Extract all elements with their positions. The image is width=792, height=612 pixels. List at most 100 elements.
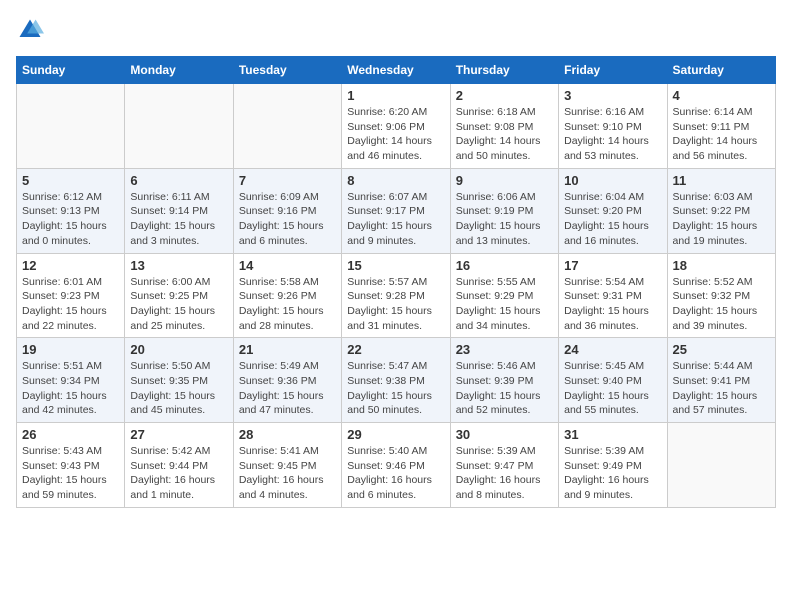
- calendar-cell: 15Sunrise: 5:57 AM Sunset: 9:28 PM Dayli…: [342, 253, 450, 338]
- day-info: Sunrise: 5:55 AM Sunset: 9:29 PM Dayligh…: [456, 275, 553, 334]
- weekday-wednesday: Wednesday: [342, 57, 450, 84]
- calendar-cell: 19 Sunrise: 5:51 AM Sunset: 9:34 PM Dayli…: [17, 338, 125, 423]
- day-number: 21: [239, 342, 336, 357]
- day-number: 9: [456, 173, 553, 188]
- calendar-cell: 1 Sunrise: 6:20 AM Sunset: 9:06 PM Daylig…: [342, 84, 450, 169]
- day-number: 11: [673, 173, 770, 188]
- calendar-week-3: 12 Sunrise: 6:01 AM Sunset: 9:23 PM Dayli…: [17, 253, 776, 338]
- calendar-cell: 11 Sunrise: 6:03 AM Sunset: 9:22 PM Dayli…: [667, 168, 775, 253]
- day-info: Sunrise: 6:00 AM Sunset: 9:25 PM Dayligh…: [130, 275, 227, 334]
- day-number: 1: [347, 88, 444, 103]
- day-number: 15: [347, 258, 444, 273]
- calendar-cell: 18 Sunrise: 5:52 AM Sunset: 9:32 PM Dayli…: [667, 253, 775, 338]
- day-info: Sunrise: 5:54 AM Sunset: 9:31 PM Dayligh…: [564, 275, 661, 334]
- calendar-cell: 3Sunrise: 6:16 AM Sunset: 9:10 PM Daylig…: [559, 84, 667, 169]
- calendar-cell: 14 Sunrise: 5:58 AM Sunset: 9:26 PM Dayli…: [233, 253, 341, 338]
- day-info: Sunrise: 6:04 AM Sunset: 9:20 PM Dayligh…: [564, 190, 661, 249]
- calendar-week-2: 5 Sunrise: 6:12 AM Sunset: 9:13 PM Daylig…: [17, 168, 776, 253]
- day-info: Sunrise: 6:09 AM Sunset: 9:16 PM Dayligh…: [239, 190, 336, 249]
- calendar-cell: 7Sunrise: 6:09 AM Sunset: 9:16 PM Daylig…: [233, 168, 341, 253]
- calendar-cell: 12 Sunrise: 6:01 AM Sunset: 9:23 PM Dayli…: [17, 253, 125, 338]
- calendar-cell: 30 Sunrise: 5:39 AM Sunset: 9:47 PM Dayli…: [450, 423, 558, 508]
- day-info: Sunrise: 6:16 AM Sunset: 9:10 PM Dayligh…: [564, 105, 661, 164]
- day-number: 17: [564, 258, 661, 273]
- calendar-cell: 21 Sunrise: 5:49 AM Sunset: 9:36 PM Dayli…: [233, 338, 341, 423]
- calendar-cell: 31 Sunrise: 5:39 AM Sunset: 9:49 PM Dayli…: [559, 423, 667, 508]
- day-info: Sunrise: 5:49 AM Sunset: 9:36 PM Dayligh…: [239, 359, 336, 418]
- calendar-cell: 13 Sunrise: 6:00 AM Sunset: 9:25 PM Dayli…: [125, 253, 233, 338]
- day-number: 13: [130, 258, 227, 273]
- day-info: Sunrise: 6:11 AM Sunset: 9:14 PM Dayligh…: [130, 190, 227, 249]
- day-info: Sunrise: 5:52 AM Sunset: 9:32 PM Dayligh…: [673, 275, 770, 334]
- calendar-cell: 27Sunrise: 5:42 AM Sunset: 9:44 PM Dayli…: [125, 423, 233, 508]
- day-number: 5: [22, 173, 119, 188]
- day-number: 14: [239, 258, 336, 273]
- calendar-cell: 29 Sunrise: 5:40 AM Sunset: 9:46 PM Dayli…: [342, 423, 450, 508]
- day-info: Sunrise: 6:07 AM Sunset: 9:17 PM Dayligh…: [347, 190, 444, 249]
- day-info: Sunrise: 6:01 AM Sunset: 9:23 PM Dayligh…: [22, 275, 119, 334]
- calendar-body: 1 Sunrise: 6:20 AM Sunset: 9:06 PM Daylig…: [17, 84, 776, 508]
- day-info: Sunrise: 5:50 AM Sunset: 9:35 PM Dayligh…: [130, 359, 227, 418]
- calendar-cell: 28 Sunrise: 5:41 AM Sunset: 9:45 PM Dayli…: [233, 423, 341, 508]
- day-number: 26: [22, 427, 119, 442]
- weekday-tuesday: Tuesday: [233, 57, 341, 84]
- day-info: Sunrise: 5:46 AM Sunset: 9:39 PM Dayligh…: [456, 359, 553, 418]
- logo-icon: [16, 16, 44, 44]
- day-number: 29: [347, 427, 444, 442]
- day-info: Sunrise: 6:03 AM Sunset: 9:22 PM Dayligh…: [673, 190, 770, 249]
- day-number: 25: [673, 342, 770, 357]
- day-number: 18: [673, 258, 770, 273]
- day-info: Sunrise: 5:42 AM Sunset: 9:44 PM Dayligh…: [130, 444, 227, 503]
- day-info: Sunrise: 5:39 AM Sunset: 9:47 PM Dayligh…: [456, 444, 553, 503]
- calendar-cell: 22Sunrise: 5:47 AM Sunset: 9:38 PM Dayli…: [342, 338, 450, 423]
- weekday-friday: Friday: [559, 57, 667, 84]
- day-info: Sunrise: 5:40 AM Sunset: 9:46 PM Dayligh…: [347, 444, 444, 503]
- day-info: Sunrise: 6:14 AM Sunset: 9:11 PM Dayligh…: [673, 105, 770, 164]
- day-number: 19: [22, 342, 119, 357]
- day-info: Sunrise: 6:12 AM Sunset: 9:13 PM Dayligh…: [22, 190, 119, 249]
- day-number: 24: [564, 342, 661, 357]
- calendar-cell: 6 Sunrise: 6:11 AM Sunset: 9:14 PM Daylig…: [125, 168, 233, 253]
- calendar-cell: 10Sunrise: 6:04 AM Sunset: 9:20 PM Dayli…: [559, 168, 667, 253]
- calendar-cell: 5 Sunrise: 6:12 AM Sunset: 9:13 PM Daylig…: [17, 168, 125, 253]
- calendar-cell: [233, 84, 341, 169]
- day-number: 30: [456, 427, 553, 442]
- calendar-cell: 24Sunrise: 5:45 AM Sunset: 9:40 PM Dayli…: [559, 338, 667, 423]
- logo: [16, 16, 48, 44]
- page-header: [16, 16, 776, 44]
- calendar-cell: 16 Sunrise: 5:55 AM Sunset: 9:29 PM Dayli…: [450, 253, 558, 338]
- day-number: 28: [239, 427, 336, 442]
- day-number: 12: [22, 258, 119, 273]
- day-info: Sunrise: 6:20 AM Sunset: 9:06 PM Dayligh…: [347, 105, 444, 164]
- calendar-cell: 8Sunrise: 6:07 AM Sunset: 9:17 PM Daylig…: [342, 168, 450, 253]
- weekday-sunday: Sunday: [17, 57, 125, 84]
- calendar-week-1: 1 Sunrise: 6:20 AM Sunset: 9:06 PM Daylig…: [17, 84, 776, 169]
- calendar-cell: 25Sunrise: 5:44 AM Sunset: 9:41 PM Dayli…: [667, 338, 775, 423]
- calendar-week-5: 26 Sunrise: 5:43 AM Sunset: 9:43 PM Dayli…: [17, 423, 776, 508]
- calendar-cell: 26 Sunrise: 5:43 AM Sunset: 9:43 PM Dayli…: [17, 423, 125, 508]
- day-info: Sunrise: 5:41 AM Sunset: 9:45 PM Dayligh…: [239, 444, 336, 503]
- weekday-saturday: Saturday: [667, 57, 775, 84]
- day-number: 6: [130, 173, 227, 188]
- day-info: Sunrise: 5:43 AM Sunset: 9:43 PM Dayligh…: [22, 444, 119, 503]
- day-number: 20: [130, 342, 227, 357]
- calendar-cell: 17 Sunrise: 5:54 AM Sunset: 9:31 PM Dayli…: [559, 253, 667, 338]
- calendar-cell: [17, 84, 125, 169]
- day-number: 23: [456, 342, 553, 357]
- calendar-cell: [125, 84, 233, 169]
- day-number: 2: [456, 88, 553, 103]
- calendar-cell: 23 Sunrise: 5:46 AM Sunset: 9:39 PM Dayli…: [450, 338, 558, 423]
- day-number: 22: [347, 342, 444, 357]
- day-info: Sunrise: 5:39 AM Sunset: 9:49 PM Dayligh…: [564, 444, 661, 503]
- day-info: Sunrise: 6:18 AM Sunset: 9:08 PM Dayligh…: [456, 105, 553, 164]
- day-number: 16: [456, 258, 553, 273]
- calendar-cell: [667, 423, 775, 508]
- calendar-cell: 9Sunrise: 6:06 AM Sunset: 9:19 PM Daylig…: [450, 168, 558, 253]
- day-info: Sunrise: 5:51 AM Sunset: 9:34 PM Dayligh…: [22, 359, 119, 418]
- day-info: Sunrise: 5:58 AM Sunset: 9:26 PM Dayligh…: [239, 275, 336, 334]
- day-number: 31: [564, 427, 661, 442]
- calendar-table: SundayMondayTuesdayWednesdayThursdayFrid…: [16, 56, 776, 508]
- calendar-cell: 20 Sunrise: 5:50 AM Sunset: 9:35 PM Dayli…: [125, 338, 233, 423]
- weekday-thursday: Thursday: [450, 57, 558, 84]
- calendar-cell: 2 Sunrise: 6:18 AM Sunset: 9:08 PM Daylig…: [450, 84, 558, 169]
